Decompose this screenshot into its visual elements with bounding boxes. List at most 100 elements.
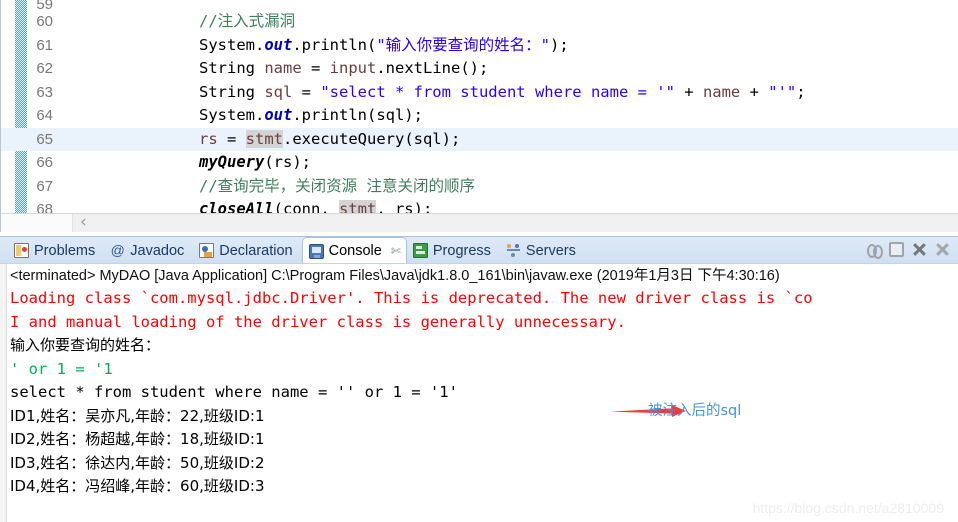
line-number: 63 — [36, 83, 53, 101]
code-text: myQuery(rs); — [71, 151, 311, 175]
code-line[interactable]: 66 myQuery(rs); — [1, 151, 958, 175]
javadoc-icon: @ — [110, 242, 125, 258]
tab-problems[interactable]: Problems — [8, 237, 104, 264]
code-token: out — [264, 35, 293, 54]
line-number: 65 — [36, 130, 53, 148]
code-token: "输入你要查询的姓名：" — [376, 35, 550, 54]
tab-label: Progress — [432, 242, 491, 259]
tab-label: Servers — [525, 242, 576, 259]
tab-console[interactable]: Console ✄ — [301, 237, 407, 264]
code-line[interactable]: 63 String sql = "select * from student wh… — [1, 81, 958, 105]
code-token: = — [301, 59, 330, 77]
code-token: ; — [796, 82, 806, 101]
code-line[interactable]: 64 System.out.println(sql); — [1, 104, 958, 128]
tab-label: Problems — [34, 242, 96, 259]
scroll-lock-icon[interactable] — [865, 241, 883, 259]
console-line: ID4,姓名：冯绍峰,年龄：60,班级ID:3 — [10, 477, 265, 495]
code-text: System.out.println(sql); — [71, 104, 423, 128]
code-line[interactable]: 61 System.out.println("输入你要查询的姓名："); — [1, 34, 958, 58]
terminate-icon[interactable] — [889, 242, 904, 257]
breadcrumb-left-cell — [1, 214, 73, 232]
line-number: 66 — [36, 154, 53, 171]
code-token: System. — [199, 106, 265, 124]
console-launch-header: <terminated> MyDAO [Java Application] C:… — [10, 268, 780, 284]
bottom-view-panel: Problems @ Javadoc Declaration Console ✄ Progr… — [0, 236, 958, 522]
code-token: System. — [199, 35, 265, 54]
line-number: 60 — [36, 13, 53, 30]
code-token: String — [199, 82, 265, 101]
console-line: Loading class `com.mysql.jdbc.Driver'. T… — [10, 289, 813, 307]
code-token: .executeQuery(sql); — [283, 129, 461, 148]
console-line: select * from student where name = '' or… — [10, 383, 458, 401]
code-text: String sql = "select * from student wher… — [71, 81, 806, 105]
console-left-rail — [0, 264, 7, 522]
tab-declaration[interactable]: Declaration — [193, 237, 301, 264]
code-token: sql — [264, 82, 293, 101]
code-token: .nextLine(); — [376, 59, 489, 77]
code-text: //注入式漏洞 — [71, 10, 295, 34]
code-token: name — [702, 82, 741, 101]
console-output[interactable]: <terminated> MyDAO [Java Application] C:… — [10, 264, 958, 499]
code-text: //查询完毕，关闭资源 注意关闭的顺序 — [71, 175, 475, 199]
code-token: name — [264, 59, 302, 77]
code-line[interactable]: 60 //注入式漏洞 — [1, 10, 958, 34]
console-view[interactable]: <terminated> MyDAO [Java Application] C:… — [0, 263, 958, 522]
console-line: ' or 1 = '1 — [10, 359, 113, 378]
code-token: //注入式漏洞 — [199, 12, 296, 30]
declaration-icon — [199, 243, 215, 258]
editor-code-area[interactable]: 59 60 //注入式漏洞 61 System.out.println("输入你要查询的… — [1, 0, 958, 218]
progress-icon — [412, 243, 428, 258]
tab-label: Console — [328, 243, 382, 259]
tab-javadoc[interactable]: @ Javadoc — [104, 237, 193, 264]
problems-icon — [14, 243, 29, 258]
remove-all-icon[interactable] — [935, 241, 952, 258]
code-token: rs — [199, 129, 218, 148]
view-tab-bar: Problems @ Javadoc Declaration Console ✄ Progr… — [0, 236, 958, 264]
code-line[interactable]: 62 String name = input.nextLine(); — [1, 57, 958, 81]
line-number: 62 — [36, 60, 53, 77]
line-number: 64 — [36, 107, 53, 124]
tab-servers[interactable]: Servers — [500, 237, 585, 264]
code-token: + — [740, 82, 769, 101]
line-number: 61 — [36, 36, 53, 54]
code-token: "'" — [768, 82, 797, 101]
console-line: ID2,姓名：杨超越,年龄：18,班级ID:1 — [10, 430, 265, 448]
java-editor[interactable]: 59 60 //注入式漏洞 61 System.out.println("输入你要查询的… — [0, 0, 958, 232]
console-line: 输入你要查询的姓名： — [10, 336, 161, 354]
tab-close-icon[interactable]: ✄ — [391, 244, 401, 258]
console-icon — [308, 243, 324, 259]
code-text: System.out.println("输入你要查询的姓名："); — [71, 34, 569, 58]
code-token: String — [199, 59, 265, 77]
view-tabs: Problems @ Javadoc Declaration Console ✄ Progr… — [8, 237, 585, 264]
chevron-left-icon[interactable]: ‹ — [80, 212, 87, 232]
code-token: + — [674, 82, 703, 101]
code-line[interactable]: 65 rs = stmt.executeQuery(sql); — [1, 127, 958, 152]
tab-label: Declaration — [219, 242, 293, 259]
line-number: 59 — [36, 0, 53, 10]
code-token: //查询完毕，关闭资源 注意关闭的顺序 — [199, 176, 475, 195]
console-line-list: Loading class `com.mysql.jdbc.Driver'. T… — [10, 287, 958, 499]
code-token: input — [329, 59, 377, 77]
annotation-label: 被注入后的sql — [648, 403, 742, 419]
tab-progress[interactable]: Progress — [407, 237, 500, 264]
code-token: myQuery — [199, 153, 265, 171]
code-line[interactable]: 67 //查询完毕，关闭资源 注意关闭的顺序 — [1, 175, 958, 199]
code-text: rs = stmt.executeQuery(sql); — [71, 128, 460, 152]
console-line: I and manual loading of the driver class… — [10, 312, 626, 331]
code-token: (rs); — [264, 153, 311, 171]
code-token: .println(sql); — [292, 106, 423, 124]
code-token: ); — [550, 35, 569, 54]
code-token: "select * from student where name = '" — [320, 82, 675, 101]
editor-breadcrumb-bar: ‹ — [1, 212, 958, 232]
code-token: stmt — [245, 129, 283, 148]
code-token: = — [292, 82, 321, 101]
code-text: String name = input.nextLine(); — [71, 57, 488, 81]
tab-label: Javadoc — [130, 242, 185, 259]
remove-icon[interactable] — [911, 241, 928, 258]
console-line: ID1,姓名：吴亦凡,年龄：22,班级ID:1 — [10, 406, 265, 425]
code-line[interactable]: 59 — [1, 0, 958, 10]
code-token: out — [264, 106, 293, 124]
watermark-text: https://blog.csdn.net/a2810009 — [752, 500, 944, 516]
console-toolbar — [865, 241, 952, 259]
